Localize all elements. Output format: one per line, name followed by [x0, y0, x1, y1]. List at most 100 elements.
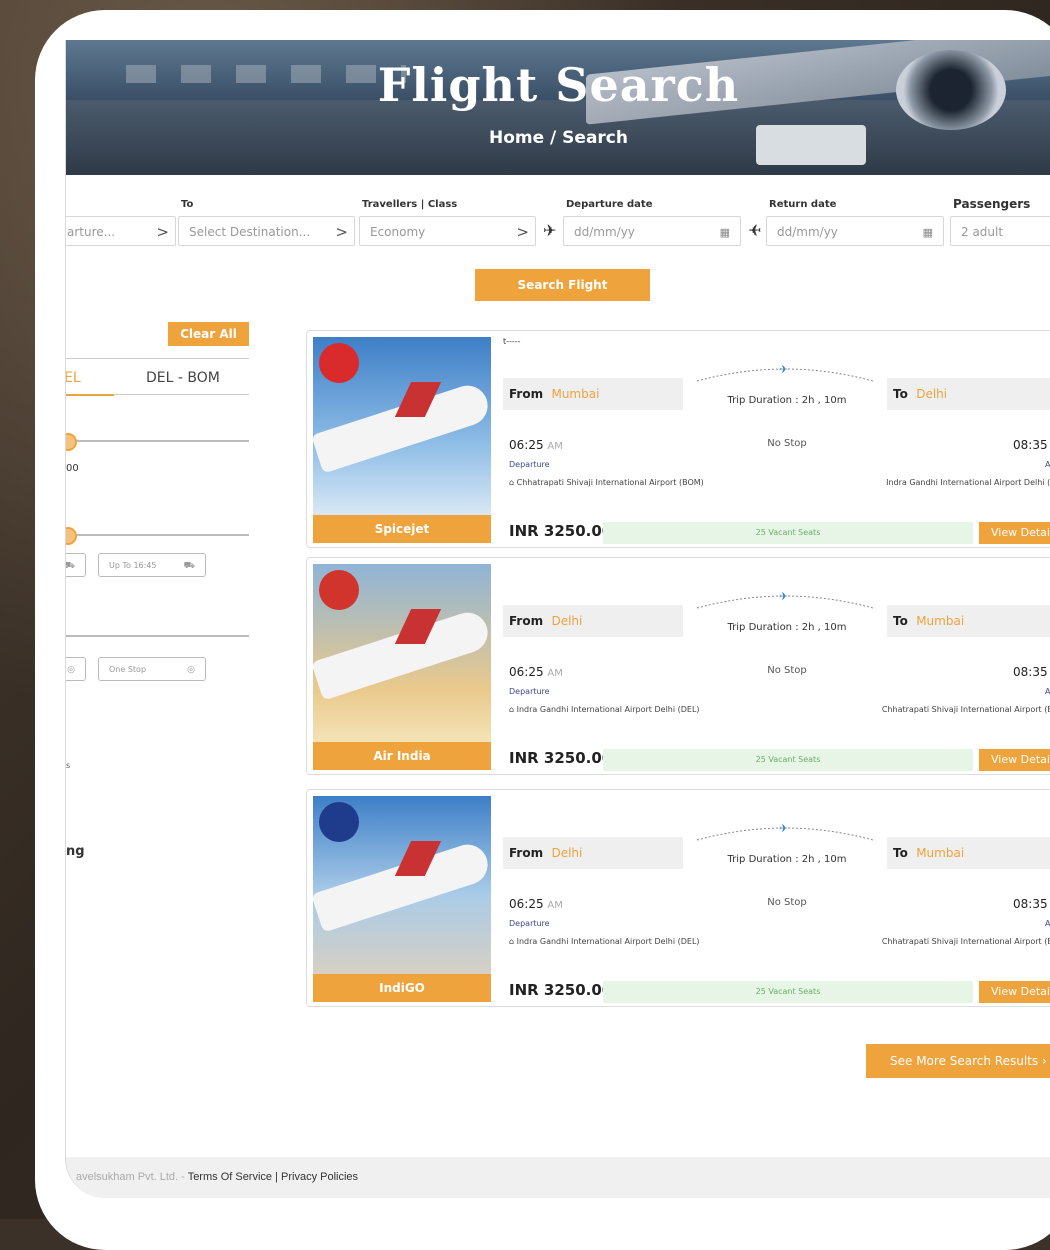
time-slider-handle[interactable] [66, 527, 77, 545]
passengers-label: Passengers [953, 197, 1031, 211]
destination-field[interactable]: Select Destination... > [178, 216, 355, 246]
arrival-time: 08:35 A [1013, 897, 1050, 911]
flight-path-icon: ✈ [695, 590, 875, 610]
departure-date-input[interactable]: dd/mm/yy ▦ [563, 216, 741, 246]
airline-logo-icon [319, 802, 359, 842]
travellers-class-label: Travellers | Class [362, 199, 458, 210]
route-tab-active[interactable]: EL [66, 370, 81, 386]
calendar-icon[interactable]: ▦ [720, 218, 730, 248]
time-filter-upto-label: Up To 16:45 [109, 561, 157, 570]
to-city-box: To Mumbai [887, 837, 1050, 869]
clear-all-button[interactable]: Clear All [168, 322, 249, 346]
view-details-button[interactable]: View Detai [979, 749, 1050, 771]
class-select[interactable]: Economy > [359, 216, 536, 246]
airline-name: Air India [313, 742, 491, 770]
stops-info: No Stop [767, 665, 807, 676]
airline-image [313, 564, 491, 742]
view-details-button[interactable]: View Detai [979, 522, 1050, 544]
departure-time: 06:25 AM [509, 438, 563, 452]
return-plane-icon: ✈ [748, 221, 762, 240]
chevron-right-icon: > [335, 223, 348, 241]
trip-duration: Trip Duration : 2h , 10m [727, 854, 847, 865]
footer-separator: | [272, 1171, 282, 1183]
chevron-right-icon: > [516, 223, 529, 241]
to-city-box: To Delhi [887, 378, 1050, 410]
svg-text:✈: ✈ [779, 590, 788, 603]
flight-path-icon: ✈ [695, 363, 875, 383]
from-field[interactable]: arture... > [66, 216, 176, 246]
plane-landing-icon: ⛟ [183, 561, 195, 571]
calendar-icon[interactable]: ▦ [923, 218, 933, 248]
price-slider-track[interactable] [66, 440, 249, 442]
arrival-airport: Chhatrapati Shivaji International Airpor… [881, 705, 1050, 714]
departure-airport: ⌂ Chhatrapati Shivaji International Airp… [509, 478, 704, 487]
departure-ampm: AM [547, 668, 563, 679]
active-tab-underline [66, 394, 114, 396]
airport-building-icon: ⌂ [509, 937, 515, 946]
trip-duration: Trip Duration : 2h , 10m [727, 395, 847, 406]
hero-banner: Flight Search Home / Search [66, 40, 1050, 175]
airport-building-icon: ⌂ [509, 478, 515, 487]
from-city-box: From Mumbai [503, 378, 683, 410]
time-filter-upto[interactable]: Up To 16:45 ⛟ [98, 553, 206, 577]
passengers-select[interactable]: 2 adult [950, 216, 1050, 246]
from-label: From [509, 614, 544, 628]
arrival-airport: Indra Gandhi International Airport Delhi… [886, 478, 1050, 487]
time-filter-from[interactable]: ⛟ [66, 553, 86, 577]
arrival-time-value: 08:35 [1013, 438, 1048, 452]
arrival-time: 08:35 A [1013, 665, 1050, 679]
sidebar-fragment: s [66, 761, 71, 770]
departure-time: 06:25 AM [509, 897, 563, 911]
departure-plane-icon: ✈ [543, 221, 557, 240]
arrival-time-value: 08:35 [1013, 897, 1048, 911]
to-label: To [893, 387, 908, 401]
return-date-label: Return date [769, 199, 837, 210]
passengers-value: 2 adult [961, 225, 1004, 239]
to-city-box: To Mumbai [887, 605, 1050, 637]
airline-logo-icon [319, 570, 359, 610]
price-range-value: 00 [66, 463, 79, 474]
sidebar-heading-fragment: ng [66, 844, 85, 859]
app-screen: Flight Search Home / Search To Traveller… [65, 40, 1050, 1198]
class-value: Economy [370, 225, 426, 239]
departure-time-value: 06:25 [509, 897, 544, 911]
breadcrumb: Home / Search [488, 128, 628, 148]
return-date-placeholder: dd/mm/yy [777, 225, 838, 239]
from-city: Delhi [551, 614, 583, 628]
airline-image [313, 337, 491, 515]
airport-building-icon: ⌂ [509, 705, 515, 714]
nonstop-filter[interactable]: ◎ [66, 657, 86, 681]
stops-info: No Stop [767, 897, 807, 908]
time-slider-track[interactable] [66, 534, 249, 536]
see-more-results-button[interactable]: See More Search Results › [866, 1044, 1050, 1078]
flight-card: IndiGO ✈ From Delhi Trip Duration : 2h ,… [306, 789, 1050, 1007]
destination-placeholder: Select Destination... [189, 225, 311, 239]
airline-logo-icon [319, 343, 359, 383]
view-details-button[interactable]: View Detai [979, 981, 1050, 1003]
departure-label: Departure [509, 919, 550, 928]
route-tab-del-bom[interactable]: DEL - BOM [146, 370, 220, 386]
footer: avelsukham Pvt. Ltd. - Terms Of Service … [66, 1157, 1050, 1198]
stop-icon: ◎ [187, 665, 195, 675]
from-label: From [509, 846, 544, 860]
departure-time-value: 06:25 [509, 665, 544, 679]
to-city: Mumbai [916, 846, 965, 860]
to-label: To [893, 614, 908, 628]
see-more-label: See More Search Results [890, 1054, 1039, 1068]
card-note: t----- [503, 337, 521, 346]
search-flight-button[interactable]: Search Flight [475, 269, 650, 301]
price-slider-handle[interactable] [66, 433, 77, 451]
departure-airport: ⌂ Indra Gandhi International Airport Del… [509, 705, 700, 714]
svg-text:✈: ✈ [779, 822, 788, 835]
terms-link[interactable]: Terms Of Service [188, 1171, 272, 1183]
one-stop-filter[interactable]: One Stop ◎ [98, 657, 206, 681]
privacy-link[interactable]: Privacy Policies [281, 1171, 358, 1183]
flight-path-icon: ✈ [695, 822, 875, 842]
to-label: To [893, 846, 908, 860]
return-date-input[interactable]: dd/mm/yy ▦ [766, 216, 944, 246]
arrival-airport: Chhatrapati Shivaji International Airpor… [881, 937, 1050, 946]
to-city: Delhi [916, 387, 948, 401]
stops-info: No Stop [767, 438, 807, 449]
departure-time: 06:25 AM [509, 665, 563, 679]
from-placeholder: arture... [67, 225, 116, 239]
